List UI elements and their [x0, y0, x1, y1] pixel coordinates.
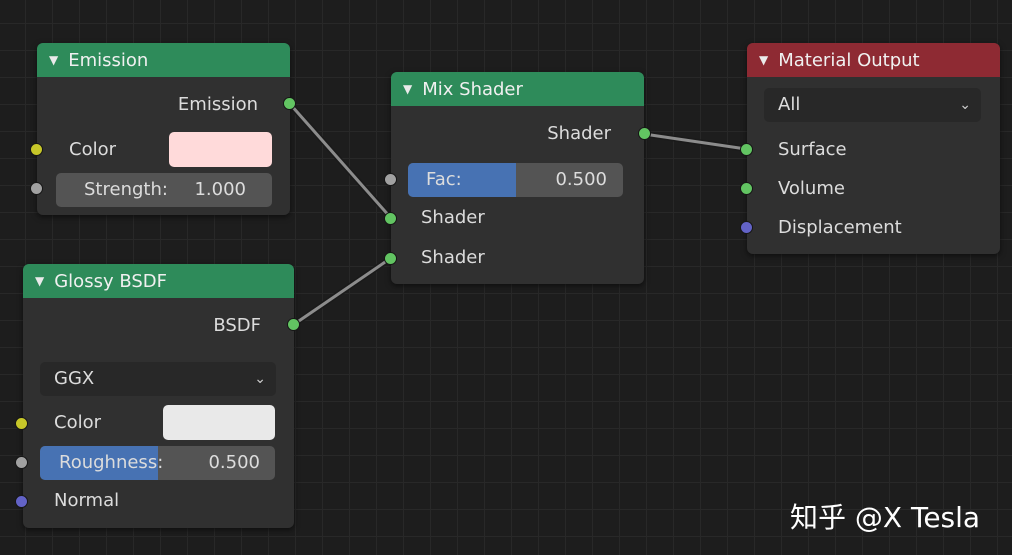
volume-socket[interactable]	[740, 182, 753, 195]
emission-strength-socket[interactable]	[30, 182, 43, 195]
distribution-dropdown[interactable]: GGX ⌄	[40, 362, 276, 396]
emission-node[interactable]: ▼ Emission Emission Color Strength: 1.00…	[37, 43, 290, 215]
mix-output-socket[interactable]	[638, 127, 651, 140]
mix-output-label: Shader	[547, 123, 611, 144]
target-value: All	[778, 94, 801, 115]
link-glossy-to-mix-core	[292, 256, 392, 327]
emission-output-label: Emission	[177, 94, 258, 115]
emission-color-swatch[interactable]	[169, 132, 272, 167]
emission-strength-field[interactable]: Strength: 1.000	[56, 173, 272, 207]
distribution-value: GGX	[54, 368, 95, 389]
volume-label: Volume	[778, 178, 845, 199]
link-emission-to-mix-core	[288, 103, 393, 219]
mix-input1-socket[interactable]	[384, 212, 397, 225]
glossy-normal-socket[interactable]	[15, 495, 28, 508]
emission-node-title: Emission	[68, 49, 149, 71]
roughness-value: 0.500	[208, 452, 260, 473]
glossy-normal-label: Normal	[54, 490, 120, 511]
link-emission-to-mix	[287, 102, 394, 220]
chevron-down-icon: ⌄	[254, 371, 266, 387]
watermark-text: 知乎 @X Tesla	[790, 501, 981, 534]
collapse-triangle-icon[interactable]: ▼	[403, 82, 412, 96]
collapse-triangle-icon[interactable]: ▼	[35, 274, 44, 288]
roughness-slider[interactable]: Roughness: 0.500	[40, 446, 275, 480]
output-node-title: Material Output	[778, 49, 920, 71]
fac-label: Fac:	[426, 169, 462, 190]
link-mix-to-output	[643, 131, 747, 152]
glossy-node-title: Glossy BSDF	[54, 270, 167, 292]
mix-input2-label: Shader	[421, 247, 485, 268]
chevron-down-icon: ⌄	[959, 97, 971, 113]
surface-label: Surface	[778, 139, 847, 160]
roughness-label: Roughness:	[59, 452, 164, 473]
glossy-bsdf-node[interactable]: ▼ Glossy BSDF BSDF GGX ⌄ Color Roughness…	[23, 264, 294, 528]
mix-shader-node[interactable]: ▼ Mix Shader Shader Fac: 0.500 Shader Sh…	[391, 72, 644, 284]
collapse-triangle-icon[interactable]: ▼	[759, 53, 768, 67]
link-glossy-to-mix	[291, 255, 393, 328]
strength-label: Strength:	[84, 179, 168, 200]
fac-slider[interactable]: Fac: 0.500	[408, 163, 623, 197]
glossy-output-socket[interactable]	[287, 318, 300, 331]
displacement-label: Displacement	[778, 217, 902, 238]
glossy-color-socket[interactable]	[15, 417, 28, 430]
glossy-roughness-socket[interactable]	[15, 456, 28, 469]
surface-socket[interactable]	[740, 143, 753, 156]
collapse-triangle-icon[interactable]: ▼	[49, 53, 58, 67]
material-output-node[interactable]: ▼ Material Output All ⌄ Surface Volume D…	[747, 43, 1000, 254]
mix-fac-socket[interactable]	[384, 173, 397, 186]
mix-input1-label: Shader	[421, 207, 485, 228]
link-mix-to-output-core	[643, 132, 747, 151]
fac-slider-fill	[408, 163, 516, 197]
target-dropdown[interactable]: All ⌄	[764, 88, 981, 122]
emission-color-socket[interactable]	[30, 143, 43, 156]
mix-node-title: Mix Shader	[422, 78, 523, 100]
emission-node-header[interactable]: ▼ Emission	[37, 43, 290, 77]
glossy-color-swatch[interactable]	[163, 405, 275, 440]
mix-node-header[interactable]: ▼ Mix Shader	[391, 72, 644, 106]
glossy-output-label: BSDF	[213, 315, 261, 336]
glossy-node-header[interactable]: ▼ Glossy BSDF	[23, 264, 294, 298]
fac-value: 0.500	[555, 169, 607, 190]
emission-color-label: Color	[69, 139, 116, 160]
mix-input2-socket[interactable]	[384, 252, 397, 265]
glossy-color-label: Color	[54, 412, 101, 433]
emission-output-socket[interactable]	[283, 97, 296, 110]
output-node-header[interactable]: ▼ Material Output	[747, 43, 1000, 77]
strength-value: 1.000	[194, 179, 246, 200]
displacement-socket[interactable]	[740, 221, 753, 234]
